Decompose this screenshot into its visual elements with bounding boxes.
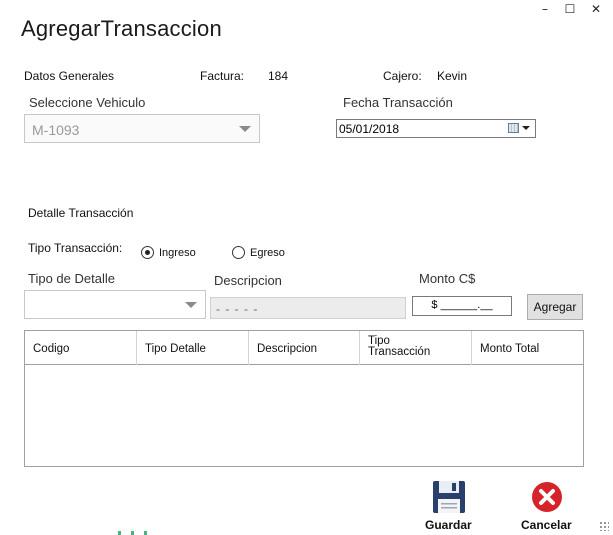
column-header-monto-total[interactable]: Monto Total — [472, 331, 583, 365]
detalle-grid[interactable]: Codigo Tipo Detalle Descripcion Tipo Tra… — [24, 330, 584, 467]
fecha-value: 05/01/2018 — [339, 122, 400, 136]
agregar-button[interactable]: Agregar — [527, 294, 583, 320]
agregar-button-label: Agregar — [533, 300, 577, 314]
factura-label: Factura: — [200, 69, 245, 83]
grid-header: Codigo Tipo Detalle Descripcion Tipo Tra… — [25, 331, 583, 365]
decorative-mark — [131, 531, 134, 535]
cancel-icon — [532, 482, 562, 512]
cancelar-label: Cancelar — [521, 518, 572, 532]
radio-ingreso-label[interactable]: Ingreso — [159, 247, 196, 259]
radio-egreso-label[interactable]: Egreso — [250, 247, 285, 259]
monto-label: Monto C$ — [419, 271, 476, 286]
decorative-mark — [144, 531, 147, 535]
tipo-detalle-select[interactable] — [24, 290, 206, 319]
guardar-label: Guardar — [425, 518, 472, 532]
detalle-transaccion-label: Detalle Transacción — [28, 206, 134, 220]
fecha-datepicker[interactable]: 05/01/2018 — [336, 119, 536, 138]
monto-value: $ ______.__ — [431, 299, 493, 311]
vehiculo-select-value: M-1093 — [32, 122, 80, 138]
fecha-label: Fecha Transacción — [343, 95, 453, 110]
descripcion-value: - - - - - — [216, 302, 259, 316]
chevron-down-icon — [239, 126, 251, 132]
resize-grip[interactable] — [599, 521, 609, 531]
radio-egreso[interactable] — [232, 246, 245, 259]
guardar-button[interactable]: Guardar — [423, 480, 475, 532]
chevron-down-icon[interactable] — [522, 126, 530, 130]
monto-input[interactable]: $ ______.__ — [412, 296, 512, 316]
column-header-descripcion[interactable]: Descripcion — [249, 331, 360, 365]
vehiculo-select[interactable]: M-1093 — [24, 114, 260, 143]
descripcion-input[interactable]: - - - - - — [210, 297, 406, 319]
descripcion-label: Descripcion — [214, 273, 282, 288]
cajero-label: Cajero: — [383, 69, 422, 83]
tipo-transaccion-label: Tipo Transacción: — [28, 241, 123, 255]
radio-ingreso[interactable] — [141, 246, 154, 259]
tipo-detalle-label: Tipo de Detalle — [28, 271, 115, 286]
calendar-icon[interactable] — [508, 123, 519, 133]
datos-generales-label: Datos Generales — [24, 69, 115, 83]
window-title: AgregarTransaccion — [21, 16, 222, 41]
column-header-tipo-transaccion[interactable]: Tipo Transacción — [360, 331, 472, 365]
column-header-codigo[interactable]: Codigo — [25, 331, 137, 365]
maximize-button[interactable]: ☐ — [562, 2, 578, 16]
close-window-button[interactable]: ✕ — [588, 2, 604, 16]
minimize-button[interactable]: – — [537, 2, 553, 16]
cancelar-button[interactable]: Cancelar — [520, 480, 576, 532]
factura-value: 184 — [268, 69, 289, 83]
cajero-value: Kevin — [437, 69, 468, 83]
vehiculo-label: Seleccione Vehiculo — [29, 95, 146, 110]
decorative-mark — [118, 531, 121, 535]
column-header-tipo-detalle[interactable]: Tipo Detalle — [137, 331, 249, 365]
chevron-down-icon — [185, 302, 197, 308]
save-icon — [433, 481, 465, 513]
